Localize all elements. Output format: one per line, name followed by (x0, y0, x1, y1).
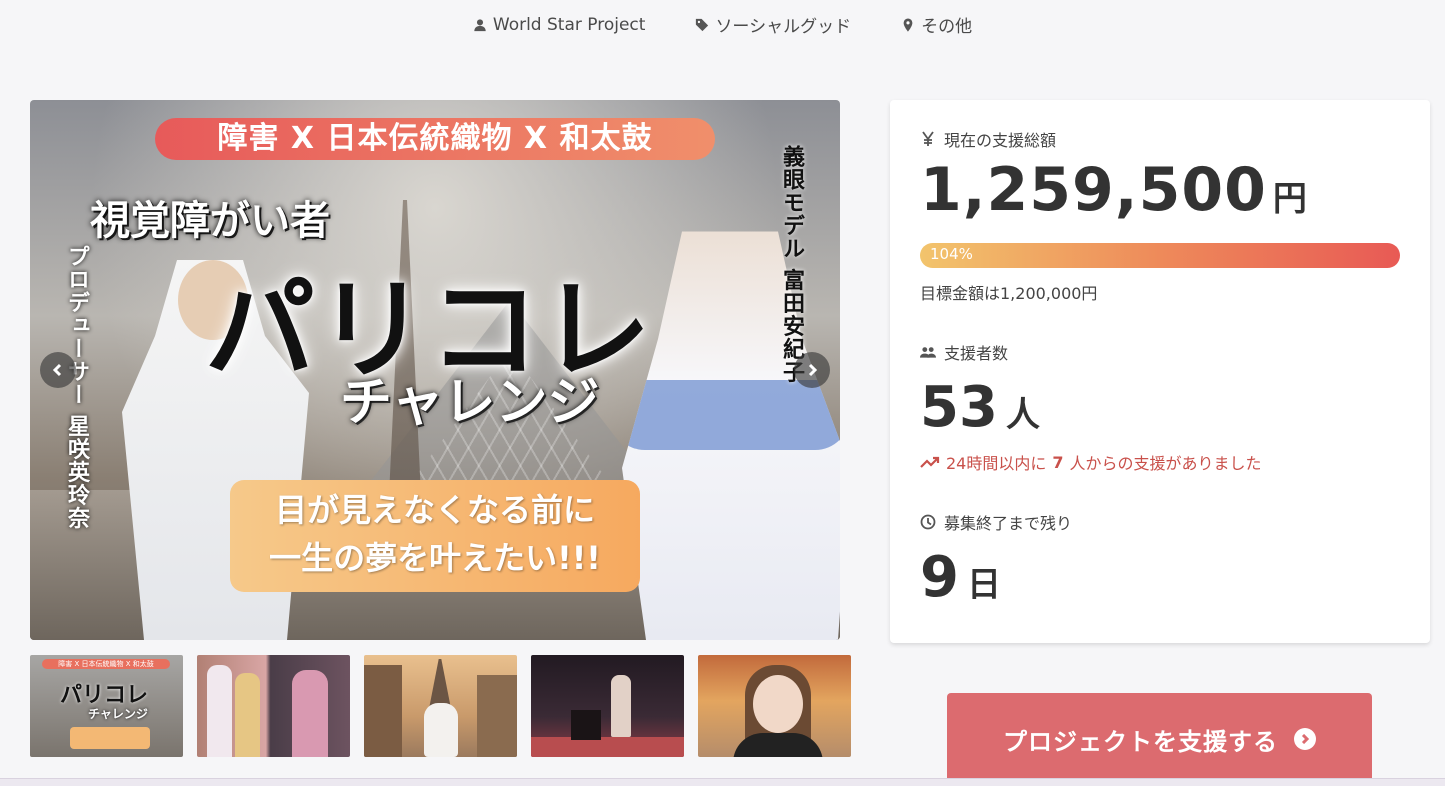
slide-message: 目が見えなくなる前に 一生の夢を叶えたい!!! (230, 480, 640, 592)
thumbnail-stage (531, 737, 684, 757)
amount-unit: 円 (1272, 179, 1308, 219)
thumbnail-drum (571, 710, 601, 740)
tag-icon (696, 18, 709, 31)
remain-label: 募集終了まで残り (944, 514, 1073, 533)
trend-count: 7 (1052, 452, 1064, 472)
map-pin-icon (903, 17, 913, 32)
slider-prev-button[interactable] (40, 352, 76, 388)
thumbnail-figure (207, 665, 232, 757)
thumbnail-figure (292, 670, 328, 757)
trend-suffix: 人からの支援がありました (1069, 454, 1262, 473)
backers-value-row: 53 人 (920, 375, 1040, 440)
thumbnail-face (753, 675, 803, 733)
slide-message-line2: 一生の夢を叶えたい!!! (269, 539, 601, 577)
users-icon (920, 347, 936, 358)
trending-up-icon (920, 456, 940, 468)
chevron-left-icon (52, 363, 62, 377)
model-credit: 義眼モデル 富田安紀子 (779, 145, 804, 384)
backers-label: 支援者数 (944, 344, 1009, 363)
funding-stats-card: 現在の支援総額 1,259,500 円 104% 目標金額は1,200,000円 … (890, 100, 1430, 643)
project-meta: World Star Project ソーシャルグッド その他 (0, 12, 1445, 37)
thumbnail-dress (424, 703, 458, 757)
thumbnail-figure (611, 675, 631, 737)
main-image-slider[interactable]: 障害 X 日本伝統織物 X 和太鼓 視覚障がい者 パリコレ チャレンジ 義眼モデ… (30, 100, 840, 640)
support-project-label: プロジェクトを支援する (1003, 727, 1278, 756)
thumbnail-5[interactable] (698, 655, 851, 757)
thumbnail-figure (235, 673, 260, 757)
funding-progress-bar: 104% (920, 243, 1400, 268)
slide-banner: 障害 X 日本伝統織物 X 和太鼓 (155, 118, 715, 160)
owner-name[interactable]: World Star Project (493, 15, 646, 35)
amount-label: 現在の支援総額 (944, 131, 1057, 150)
location-link[interactable]: その他 (901, 12, 972, 37)
slide-subtitle: 視覚障がい者 (90, 198, 330, 244)
thumbnail-4[interactable] (531, 655, 684, 757)
amount-value: 1,259,500 (920, 155, 1267, 225)
thumbnail-strip: 障害 X 日本伝統織物 X 和太鼓 パリコレ チャレンジ (30, 655, 851, 757)
progress-percent: 104% (930, 245, 973, 263)
backers-value: 53 (920, 375, 998, 440)
thumbnail-building (477, 675, 517, 757)
thumbnail-message-box (70, 727, 150, 749)
backers-label-row: 支援者数 (920, 340, 1008, 364)
thumbnail-sub: チャレンジ (88, 707, 148, 721)
amount-value-row: 1,259,500 円 (920, 155, 1308, 225)
slide-title-sub: チャレンジ (340, 373, 600, 433)
slider-next-button[interactable] (794, 352, 830, 388)
location-name[interactable]: その他 (921, 12, 972, 37)
goal-amount: 目標金額は1,200,000円 (920, 284, 1098, 303)
category-link[interactable]: ソーシャルグッド (695, 12, 851, 37)
thumbnail-3[interactable] (364, 655, 517, 757)
amount-label-row: 現在の支援総額 (920, 127, 1056, 151)
owner-link[interactable]: World Star Project (473, 12, 646, 37)
remain-label-row: 募集終了まで残り (920, 510, 1072, 534)
remain-value: 9 (920, 545, 959, 610)
thumbnail-building (364, 665, 402, 757)
producer-credit: プロデューサー 星咲英玲奈 (64, 245, 89, 530)
category-name[interactable]: ソーシャルグッド (715, 12, 851, 37)
thumbnail-banner: 障害 X 日本伝統織物 X 和太鼓 (42, 659, 170, 669)
chevron-right-icon (1301, 734, 1310, 744)
trend-prefix: 24時間以内に (946, 454, 1047, 473)
slide-message-line1: 目が見えなくなる前に (274, 491, 595, 529)
thumbnail-2[interactable] (197, 655, 350, 757)
recent-backers-notice: 24時間以内に 7 人からの支援がありました (920, 450, 1262, 474)
arrow-circle-icon (1294, 728, 1316, 750)
remain-unit: 日 (966, 565, 1001, 605)
yen-icon (922, 131, 934, 146)
thumbnail-1[interactable]: 障害 X 日本伝統織物 X 和太鼓 パリコレ チャレンジ (30, 655, 183, 757)
support-project-button[interactable]: プロジェクトを支援する (947, 693, 1372, 785)
remain-value-row: 9日 (920, 545, 1001, 610)
clock-icon (920, 514, 936, 530)
chevron-right-icon (808, 363, 818, 377)
backers-unit: 人 (1005, 395, 1040, 435)
user-icon (474, 18, 486, 31)
